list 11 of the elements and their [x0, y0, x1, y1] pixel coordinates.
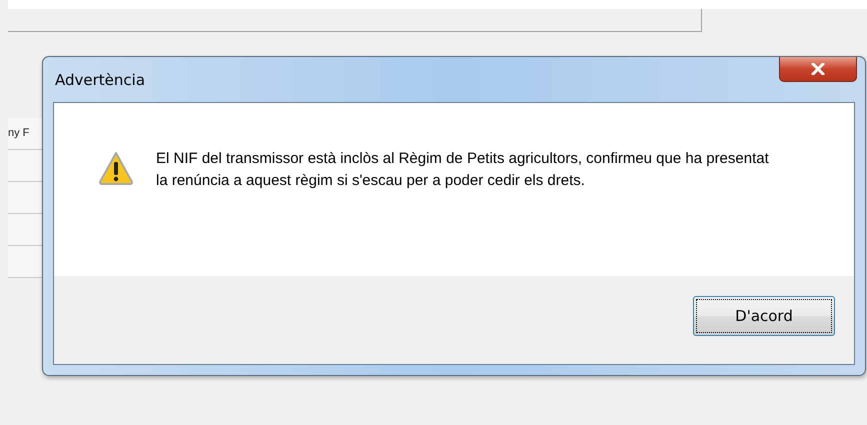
- table-cell: [8, 150, 42, 182]
- window-title: Advertència: [55, 70, 146, 88]
- warning-icon: [98, 151, 134, 185]
- warning-message: El NIF del transmissor està inclòs al Règim de Petits agricultors, confirmeu que ha presentat la renúncia a aquest règim si s'escau per a poder cedir els drets.: [156, 149, 770, 191]
- table-cell: [8, 246, 42, 278]
- table-cell: [8, 214, 42, 246]
- ok-button[interactable]: D'acord: [693, 296, 835, 336]
- close-icon: [811, 63, 825, 75]
- close-button[interactable]: [779, 57, 857, 82]
- table-cell: ny F: [8, 118, 42, 150]
- table-cell: [8, 182, 42, 214]
